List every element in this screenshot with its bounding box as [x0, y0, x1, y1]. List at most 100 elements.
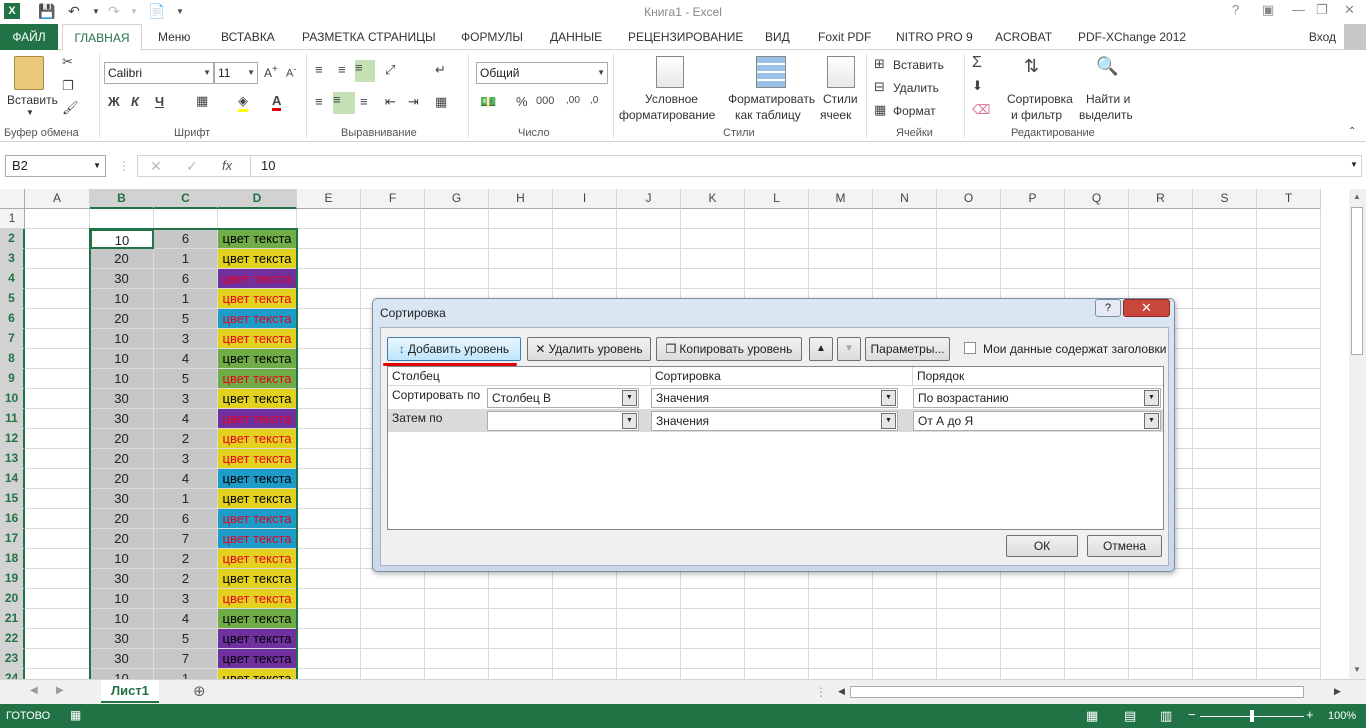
cell-d7[interactable]: цвет текста: [218, 329, 297, 349]
column-select[interactable]: Столбец B ▼: [487, 388, 639, 408]
cell-d6[interactable]: цвет текста: [218, 309, 297, 329]
cell-t23[interactable]: [1257, 649, 1321, 669]
cell-a1[interactable]: [25, 209, 90, 229]
cell-c24[interactable]: 1: [154, 669, 218, 679]
cell-f20[interactable]: [361, 589, 425, 609]
cell-n2[interactable]: [873, 229, 937, 249]
cell-f23[interactable]: [361, 649, 425, 669]
cell-n23[interactable]: [873, 649, 937, 669]
cell-j20[interactable]: [617, 589, 681, 609]
cell-styles-label-1[interactable]: Стили: [823, 92, 858, 106]
cell-c10[interactable]: 3: [154, 389, 218, 409]
cell-e2[interactable]: [297, 229, 361, 249]
cell-s9[interactable]: [1193, 369, 1257, 389]
cell-e5[interactable]: [297, 289, 361, 309]
row-header[interactable]: 15: [0, 489, 25, 509]
decrease-indent-icon[interactable]: ⇤: [385, 94, 396, 110]
cell-o1[interactable]: [937, 209, 1001, 229]
cell-k22[interactable]: [681, 629, 745, 649]
cell-c2[interactable]: 6: [154, 229, 218, 249]
find-select-label-2[interactable]: выделить: [1079, 108, 1133, 122]
format-as-table-icon[interactable]: [756, 56, 786, 88]
sort-level-row[interactable]: Сортировать по Столбец B ▼ Значения ▼ По в…: [388, 386, 1163, 409]
ribbon-display-icon[interactable]: ▣: [1262, 2, 1274, 18]
move-down-button[interactable]: ▼: [837, 337, 861, 361]
cell-a7[interactable]: [25, 329, 90, 349]
cell-h19[interactable]: [489, 569, 553, 589]
sign-in-link[interactable]: Вход: [1309, 30, 1336, 44]
row-header[interactable]: 19: [0, 569, 25, 589]
cell-a21[interactable]: [25, 609, 90, 629]
grow-font-icon[interactable]: A+: [264, 64, 278, 80]
cell-m1[interactable]: [809, 209, 873, 229]
cell-o23[interactable]: [937, 649, 1001, 669]
cell-d13[interactable]: цвет текста: [218, 449, 297, 469]
cell-d5[interactable]: цвет текста: [218, 289, 297, 309]
cell-j21[interactable]: [617, 609, 681, 629]
cell-l20[interactable]: [745, 589, 809, 609]
tab-page-layout[interactable]: РАЗМЕТКА СТРАНИЦЫ: [302, 30, 436, 44]
cell-d12[interactable]: цвет текста: [218, 429, 297, 449]
cell-d9[interactable]: цвет текста: [218, 369, 297, 389]
cell-o24[interactable]: [937, 669, 1001, 679]
row-header[interactable]: 9: [0, 369, 25, 389]
cell-i2[interactable]: [553, 229, 617, 249]
cell-f2[interactable]: [361, 229, 425, 249]
cell-s6[interactable]: [1193, 309, 1257, 329]
ok-button[interactable]: ОК: [1006, 535, 1078, 557]
cell-a11[interactable]: [25, 409, 90, 429]
cell-n19[interactable]: [873, 569, 937, 589]
cell-s16[interactable]: [1193, 509, 1257, 529]
cell-b5[interactable]: 10: [90, 289, 154, 309]
normal-view-icon[interactable]: ▦: [1086, 708, 1098, 724]
tab-nitro[interactable]: NITRO PRO 9: [896, 30, 973, 44]
cell-r2[interactable]: [1129, 229, 1193, 249]
percent-icon[interactable]: %: [516, 94, 528, 109]
cell-b15[interactable]: 30: [90, 489, 154, 509]
cell-a10[interactable]: [25, 389, 90, 409]
increase-indent-icon[interactable]: ⇥: [408, 94, 419, 110]
row-header[interactable]: 11: [0, 409, 25, 429]
headers-checkbox[interactable]: [964, 342, 976, 354]
cell-f19[interactable]: [361, 569, 425, 589]
cell-q21[interactable]: [1065, 609, 1129, 629]
cell-t16[interactable]: [1257, 509, 1321, 529]
cell-g2[interactable]: [425, 229, 489, 249]
paste-dropdown-icon[interactable]: ▼: [26, 108, 34, 117]
cell-s5[interactable]: [1193, 289, 1257, 309]
cell-l1[interactable]: [745, 209, 809, 229]
cell-s2[interactable]: [1193, 229, 1257, 249]
cell-q4[interactable]: [1065, 269, 1129, 289]
cell-s15[interactable]: [1193, 489, 1257, 509]
cell-c16[interactable]: 6: [154, 509, 218, 529]
cell-c17[interactable]: 7: [154, 529, 218, 549]
collapse-ribbon-icon[interactable]: ⌃: [1348, 126, 1356, 137]
cell-d16[interactable]: цвет текста: [218, 509, 297, 529]
hscroll-thumb[interactable]: [850, 686, 1304, 698]
row-header[interactable]: 20: [0, 589, 25, 609]
cell-c4[interactable]: 6: [154, 269, 218, 289]
cell-s21[interactable]: [1193, 609, 1257, 629]
cell-l3[interactable]: [745, 249, 809, 269]
cell-a20[interactable]: [25, 589, 90, 609]
cell-c20[interactable]: 3: [154, 589, 218, 609]
cell-t12[interactable]: [1257, 429, 1321, 449]
cell-o2[interactable]: [937, 229, 1001, 249]
column-header-e[interactable]: E: [297, 189, 361, 209]
cell-a17[interactable]: [25, 529, 90, 549]
column-header-b[interactable]: B: [90, 189, 154, 209]
cell-e10[interactable]: [297, 389, 361, 409]
cell-d18[interactable]: цвет текста: [218, 549, 297, 569]
cell-a23[interactable]: [25, 649, 90, 669]
sort-level-row[interactable]: Затем по ▼ Значения ▼ От А до Я ▼: [388, 409, 1163, 432]
formula-input[interactable]: 10: [250, 155, 1362, 177]
row-header[interactable]: 21: [0, 609, 25, 629]
cell-q3[interactable]: [1065, 249, 1129, 269]
cell-h24[interactable]: [489, 669, 553, 679]
wrap-text-icon[interactable]: ↵: [435, 62, 446, 78]
cell-e24[interactable]: [297, 669, 361, 679]
cell-c9[interactable]: 5: [154, 369, 218, 389]
cell-f24[interactable]: [361, 669, 425, 679]
cell-e21[interactable]: [297, 609, 361, 629]
cell-f4[interactable]: [361, 269, 425, 289]
